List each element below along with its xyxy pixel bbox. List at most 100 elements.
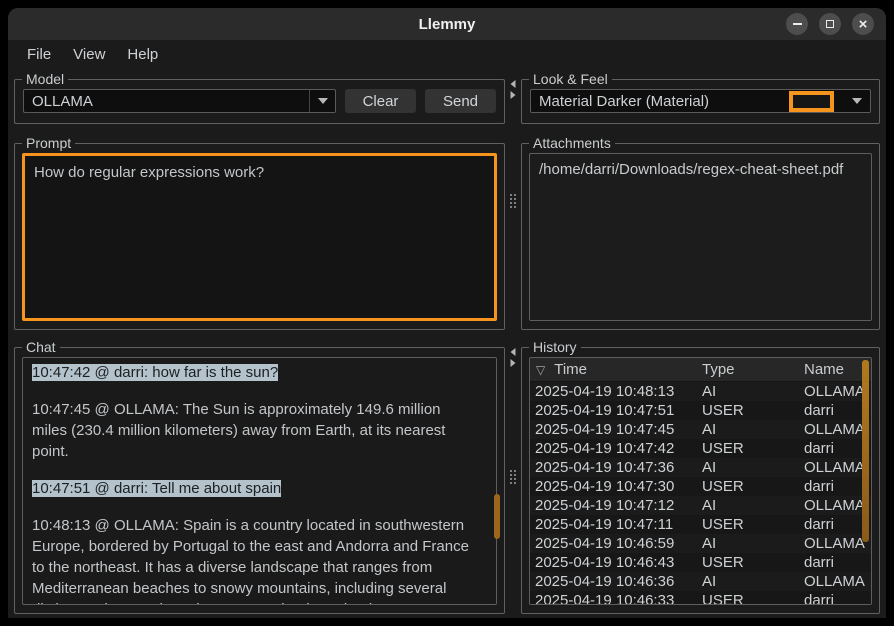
history-cell-time: 2025-04-19 10:47:51 [530, 402, 700, 419]
collapse-right-icon[interactable] [511, 91, 516, 99]
chat-message: 10:47:45 @ OLLAMA: The Sun is approximat… [32, 399, 478, 462]
history-row[interactable]: 2025-04-19 10:47:42 USER darri [530, 439, 871, 458]
history-cell-type: AI [700, 459, 800, 476]
chat-group-label: Chat [22, 339, 60, 356]
history-table[interactable]: ▽ Time Type Name 2025-04-19 10:48:13 AI … [529, 357, 872, 605]
attachments-group-label: Attachments [529, 135, 615, 152]
history-cell-time: 2025-04-19 10:47:42 [530, 440, 700, 457]
history-cell-type: USER [700, 516, 800, 533]
sort-descending-icon: ▽ [536, 363, 545, 377]
history-cell-name: OLLAMA [800, 573, 871, 590]
look-and-feel-selected-value: Material Darker (Material) [531, 93, 789, 110]
minimize-icon [793, 23, 802, 25]
column-header-time[interactable]: ▽ Time [530, 361, 700, 378]
history-row[interactable]: 2025-04-19 10:46:33 USER darri [530, 591, 871, 605]
chevron-down-icon [852, 98, 862, 104]
history-scrollbar-thumb[interactable] [862, 360, 869, 542]
chat-log[interactable]: 10:47:42 @ darri: how far is the sun? 10… [22, 357, 497, 605]
history-cell-time: 2025-04-19 10:46:36 [530, 573, 700, 590]
history-row[interactable]: 2025-04-19 10:47:51 USER darri [530, 401, 871, 420]
vertical-splitter-top[interactable] [505, 72, 521, 330]
history-row[interactable]: 2025-04-19 10:47:11 USER darri [530, 515, 871, 534]
history-cell-name: darri [800, 478, 871, 495]
prompt-group-label: Prompt [22, 135, 75, 152]
history-row[interactable]: 2025-04-19 10:47:30 USER darri [530, 477, 871, 496]
chat-message: 10:48:13 @ OLLAMA: Spain is a country lo… [32, 515, 478, 605]
chat-message-text: 10:47:42 @ darri: how far is the sun? [32, 364, 278, 381]
splitter-collapse-arrows[interactable] [511, 80, 516, 99]
titlebar[interactable]: Llemmy × [8, 8, 886, 40]
prompt-input[interactable]: How do regular expressions work? [22, 153, 497, 321]
model-group: Model OLLAMA Clear Send [14, 79, 505, 124]
main-content: Model OLLAMA Clear Send [8, 68, 886, 618]
window-title: Llemmy [8, 8, 886, 40]
clear-button[interactable]: Clear [345, 89, 416, 113]
history-cell-time: 2025-04-19 10:47:45 [530, 421, 700, 438]
vertical-splitter-bottom[interactable] [505, 340, 521, 614]
send-button[interactable]: Send [425, 89, 496, 113]
prompt-group: Prompt How do regular expressions work? [14, 143, 505, 330]
history-row[interactable]: 2025-04-19 10:47:12 AI OLLAMA [530, 496, 871, 515]
attachment-item[interactable]: /home/darri/Downloads/regex-cheat-sheet.… [530, 158, 871, 181]
menu-view[interactable]: View [64, 44, 114, 65]
chat-message: 10:47:42 @ darri: how far is the sun? [32, 362, 478, 383]
collapse-right-icon[interactable] [511, 359, 516, 367]
menu-file[interactable]: File [18, 44, 60, 65]
history-table-header[interactable]: ▽ Time Type Name [530, 358, 871, 382]
chat-message-text: 10:47:45 @ OLLAMA: The Sun is approximat… [32, 401, 445, 460]
history-cell-type: USER [700, 402, 800, 419]
history-cell-name: darri [800, 554, 871, 571]
history-row[interactable]: 2025-04-19 10:48:13 AI OLLAMA [530, 382, 871, 401]
model-dropdown-button[interactable] [309, 90, 335, 112]
history-cell-time: 2025-04-19 10:47:30 [530, 478, 700, 495]
focus-highlight-swatch [789, 91, 834, 112]
menu-help[interactable]: Help [118, 44, 167, 65]
column-header-name[interactable]: Name [800, 361, 871, 378]
history-row[interactable]: 2025-04-19 10:46:59 AI OLLAMA [530, 534, 871, 553]
history-cell-time: 2025-04-19 10:47:12 [530, 497, 700, 514]
chat-message-text: 10:47:51 @ darri: Tell me about spain [32, 480, 281, 497]
history-cell-type: AI [700, 497, 800, 514]
history-cell-name: OLLAMA [800, 497, 871, 514]
history-row[interactable]: 2025-04-19 10:47:45 AI OLLAMA [530, 420, 871, 439]
collapse-left-icon[interactable] [511, 348, 516, 356]
history-cell-time: 2025-04-19 10:46:33 [530, 592, 700, 605]
look-and-feel-select[interactable]: Material Darker (Material) [530, 89, 871, 113]
chat-group: Chat 10:47:42 @ darri: how far is the su… [14, 347, 505, 614]
history-cell-type: AI [700, 573, 800, 590]
chevron-down-icon [318, 98, 328, 104]
history-row[interactable]: 2025-04-19 10:46:36 AI OLLAMA [530, 572, 871, 591]
splitter-grip-icon[interactable] [510, 470, 516, 484]
history-cell-time: 2025-04-19 10:47:36 [530, 459, 700, 476]
collapse-left-icon[interactable] [511, 80, 516, 88]
history-cell-type: AI [700, 421, 800, 438]
history-cell-name: OLLAMA [800, 459, 871, 476]
minimize-button[interactable] [786, 13, 808, 35]
window-controls: × [786, 13, 874, 35]
chat-scrollbar-thumb[interactable] [494, 494, 500, 539]
history-row[interactable]: 2025-04-19 10:46:43 USER darri [530, 553, 871, 572]
history-cell-type: USER [700, 592, 800, 605]
history-cell-time: 2025-04-19 10:46:43 [530, 554, 700, 571]
history-group-label: History [529, 339, 581, 356]
history-cell-name: darri [800, 440, 871, 457]
close-icon: × [859, 17, 868, 32]
look-and-feel-dropdown-button[interactable] [844, 90, 870, 112]
model-selected-value: OLLAMA [24, 93, 309, 110]
history-cell-name: OLLAMA [800, 421, 871, 438]
splitter-collapse-arrows[interactable] [511, 348, 516, 367]
attachments-list[interactable]: /home/darri/Downloads/regex-cheat-sheet.… [529, 153, 872, 321]
history-cell-type: USER [700, 554, 800, 571]
history-row[interactable]: 2025-04-19 10:47:36 AI OLLAMA [530, 458, 871, 477]
app-window: Llemmy × File View Help Model OLLAMA [8, 8, 886, 618]
column-header-type[interactable]: Type [700, 361, 800, 378]
column-header-time-label: Time [554, 361, 587, 378]
history-cell-name: OLLAMA [800, 383, 871, 400]
model-select[interactable]: OLLAMA [23, 89, 336, 113]
look-and-feel-group-label: Look & Feel [529, 71, 612, 88]
look-and-feel-group: Look & Feel Material Darker (Material) [521, 79, 880, 124]
maximize-icon [826, 20, 834, 28]
maximize-button[interactable] [819, 13, 841, 35]
splitter-grip-icon[interactable] [510, 194, 516, 208]
close-button[interactable]: × [852, 13, 874, 35]
